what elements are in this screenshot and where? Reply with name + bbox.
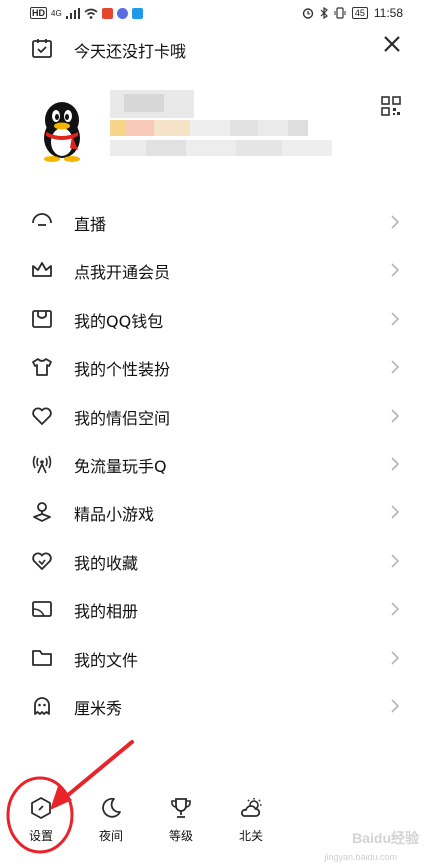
menu-item-free-data[interactable]: 免流量玩手Q xyxy=(0,440,433,488)
search-app-icon xyxy=(131,7,143,19)
alarm-icon xyxy=(302,8,314,19)
chevron-right-icon xyxy=(391,505,399,519)
vibrate-icon xyxy=(334,7,346,19)
menu-item-couple[interactable]: 我的情侣空间 xyxy=(0,392,433,440)
chevron-right-icon xyxy=(391,263,399,277)
music-app-icon xyxy=(116,7,128,19)
menu-item-album[interactable]: 我的相册 xyxy=(0,585,433,633)
menu-item-cmshow[interactable]: 厘米秀 xyxy=(0,682,433,730)
menu-item-favorites[interactable]: 我的收藏 xyxy=(0,537,433,585)
settings-hexagon-icon xyxy=(31,797,51,819)
status-bar: HD 4G 45 11:58 xyxy=(0,0,433,28)
menu-item-label: 点我开通会员 xyxy=(74,263,171,283)
menu-item-games[interactable]: 精品小游戏 xyxy=(0,488,433,536)
chevron-right-icon xyxy=(391,699,399,713)
chevron-right-icon xyxy=(391,602,399,616)
hd-indicator: HD xyxy=(30,7,47,19)
baidu-watermark: Baidu经验 xyxy=(352,830,419,846)
menu-item-label: 免流量玩手Q xyxy=(74,456,167,476)
settings-button[interactable]: 设置 xyxy=(11,795,71,844)
menu-item-live[interactable]: 直播 xyxy=(0,198,433,246)
weather-label: 北关 xyxy=(238,829,263,843)
ghost-icon xyxy=(34,697,50,715)
chevron-right-icon xyxy=(391,650,399,665)
chevron-right-icon xyxy=(391,312,399,326)
night-mode-label: 夜间 xyxy=(98,829,123,843)
settings-label: 设置 xyxy=(28,829,53,843)
menu-item-label: 我的相册 xyxy=(74,602,139,622)
annotation-arrow xyxy=(60,740,134,802)
level-button[interactable]: 等级 xyxy=(151,795,211,844)
wallet-icon xyxy=(32,309,52,328)
network-indicator: 4G xyxy=(51,8,62,18)
weather-button[interactable]: 北关 xyxy=(221,795,281,844)
app-notification-icon xyxy=(101,7,113,19)
wifi-icon xyxy=(84,8,98,19)
menu-item-label: 我的收藏 xyxy=(74,553,139,573)
favorite-heart-icon xyxy=(32,552,52,570)
tshirt-icon xyxy=(32,358,52,377)
menu-item-label: 我的情侣空间 xyxy=(74,408,171,428)
close-icon[interactable] xyxy=(381,33,403,55)
menu-item-label: 我的QQ钱包 xyxy=(74,311,164,331)
level-label: 等级 xyxy=(168,829,193,843)
heart-icon xyxy=(32,407,52,425)
chevron-right-icon xyxy=(391,215,399,229)
trophy-icon xyxy=(171,798,191,818)
menu-item-label: 厘米秀 xyxy=(74,698,123,718)
night-mode-button[interactable]: 夜间 xyxy=(81,795,141,844)
live-icon xyxy=(32,213,52,226)
menu-item-files[interactable]: 我的文件 xyxy=(0,634,433,682)
battery-indicator: 45 xyxy=(351,7,368,19)
menu-item-label: 精品小游戏 xyxy=(74,505,155,525)
status-left: HD 4G xyxy=(30,7,143,19)
folder-icon xyxy=(32,649,52,666)
chevron-right-icon xyxy=(391,457,399,471)
menu-item-label: 我的个性装扮 xyxy=(74,360,171,380)
menu-item-vip[interactable]: 点我开通会员 xyxy=(0,246,433,294)
checkin-row[interactable]: 今天还没打卡哦 xyxy=(30,36,186,61)
menu-item-theme[interactable]: 我的个性装扮 xyxy=(0,343,433,391)
album-icon xyxy=(32,601,52,618)
bluetooth-icon xyxy=(320,7,328,19)
status-right: 45 11:58 xyxy=(302,6,403,20)
avatar[interactable] xyxy=(34,98,90,162)
menu-item-label: 我的文件 xyxy=(74,650,139,670)
chevron-right-icon xyxy=(391,408,399,423)
chevron-right-icon xyxy=(391,554,399,568)
status-time: 11:58 xyxy=(373,6,403,20)
menu-item-label: 直播 xyxy=(74,215,107,234)
profile-info-blurred[interactable] xyxy=(110,90,332,166)
chevron-right-icon xyxy=(391,360,399,374)
signal-icon xyxy=(65,7,80,19)
drawer-menu: 直播 点我开通会员 我的QQ钱包 我的个性装扮 我的情侣空间 免流量玩手Q 精品… xyxy=(0,198,433,730)
baidu-watermark-url: jingyan.baidu.com xyxy=(324,852,397,862)
crown-icon xyxy=(32,262,52,278)
qrcode-icon[interactable] xyxy=(381,96,401,116)
menu-item-wallet[interactable]: 我的QQ钱包 xyxy=(0,295,433,343)
moon-icon xyxy=(102,797,121,818)
checkin-text: 今天还没打卡哦 xyxy=(74,42,187,61)
calendar-check-icon xyxy=(32,39,52,58)
weather-icon xyxy=(240,798,262,817)
antenna-icon xyxy=(32,455,52,474)
joystick-icon xyxy=(33,502,51,523)
